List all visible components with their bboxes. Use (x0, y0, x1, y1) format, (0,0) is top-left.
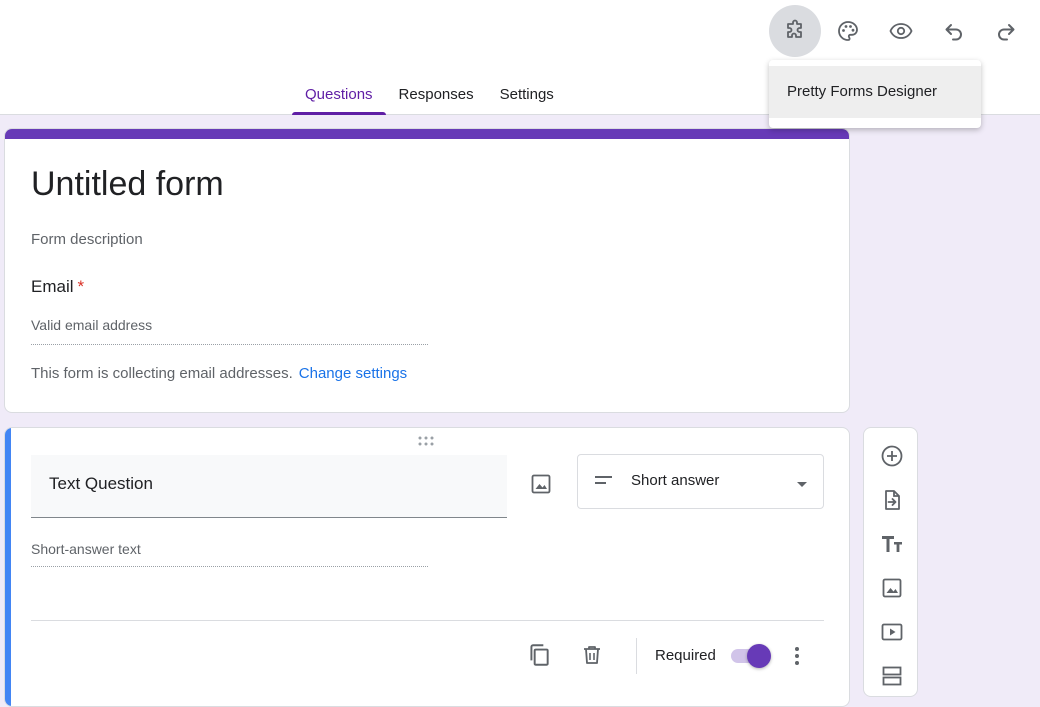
add-image-icon (882, 578, 902, 598)
add-image-button[interactable] (878, 574, 906, 602)
trash-icon (584, 646, 600, 664)
add-video-button[interactable] (878, 618, 906, 646)
duplicate-button[interactable] (521, 637, 557, 673)
email-question-label: Email * (31, 277, 84, 297)
import-questions-button[interactable] (878, 486, 906, 514)
active-question-accent (5, 428, 11, 706)
addons-menu: Pretty Forms Designer (769, 60, 981, 128)
tab-questions[interactable]: Questions (292, 84, 386, 115)
theme-color-bar (5, 129, 849, 139)
add-video-icon (881, 623, 903, 641)
email-label-text: Email (31, 277, 74, 296)
addons-button[interactable] (769, 5, 821, 57)
drag-handle-icon[interactable] (417, 436, 437, 446)
email-collection-note: This form is collecting email addresses.… (31, 365, 407, 382)
form-description[interactable]: Form description (31, 231, 143, 248)
more-vert-icon (795, 647, 799, 665)
add-question-icon (881, 445, 903, 467)
required-label: Required (655, 647, 716, 664)
caret-down-icon (797, 482, 807, 487)
redo-button[interactable] (980, 6, 1032, 56)
short-answer-icon (595, 476, 612, 484)
footer-separator (636, 638, 637, 674)
palette-icon (838, 21, 858, 41)
question-footer-divider (31, 620, 824, 621)
delete-button[interactable] (574, 637, 610, 673)
more-options-button[interactable] (785, 641, 809, 671)
question-type-label: Short answer (631, 472, 720, 489)
eye-icon (889, 23, 913, 39)
add-section-button[interactable] (878, 662, 906, 690)
undo-icon (945, 24, 962, 41)
undo-button[interactable] (928, 6, 980, 56)
title-text-icon (882, 536, 902, 552)
tab-bar: Questions Responses Settings (292, 84, 567, 115)
preview-button[interactable] (875, 6, 927, 56)
addon-menu-item[interactable]: Pretty Forms Designer (769, 66, 981, 118)
import-questions-icon (885, 490, 900, 510)
image-icon (531, 474, 551, 494)
change-settings-link[interactable]: Change settings (299, 365, 407, 382)
copy-icon (530, 644, 549, 666)
required-toggle[interactable] (729, 644, 773, 668)
toggle-knob (747, 644, 771, 668)
redo-icon (998, 24, 1015, 41)
add-section-icon (882, 666, 902, 686)
short-answer-preview: Short-answer text (31, 541, 428, 567)
add-question-image-button[interactable] (525, 468, 557, 500)
tab-settings[interactable]: Settings (487, 84, 567, 115)
side-toolbar (863, 427, 918, 697)
email-field: Valid email address (31, 317, 428, 345)
puzzle-icon (787, 19, 802, 38)
collect-note-text: This form is collecting email addresses. (31, 365, 293, 382)
customize-theme-button[interactable] (822, 6, 874, 56)
form-title[interactable]: Untitled form (31, 165, 224, 204)
add-title-button[interactable] (878, 530, 906, 558)
question-title-input[interactable]: Text Question (31, 455, 507, 518)
tab-responses[interactable]: Responses (386, 84, 487, 115)
required-star: * (77, 277, 85, 296)
question-type-select[interactable]: Short answer (577, 454, 824, 509)
question-card[interactable]: Text Question Short answer Short-answer … (4, 427, 850, 707)
add-question-button[interactable] (878, 442, 906, 470)
form-header-card: Untitled form Form description Email * Va… (4, 128, 850, 413)
